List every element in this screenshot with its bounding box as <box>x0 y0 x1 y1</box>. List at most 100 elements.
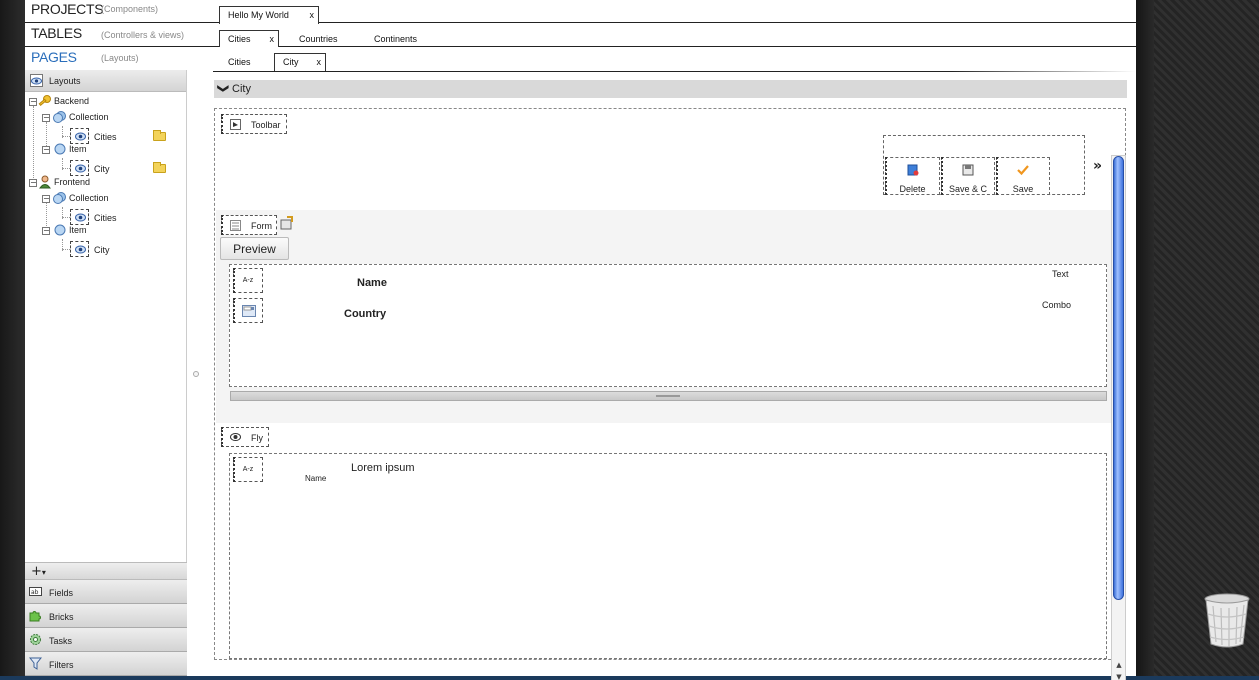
close-icon[interactable]: x <box>270 34 275 44</box>
resize-handle[interactable] <box>230 391 1107 401</box>
scroll-thumb[interactable] <box>1113 156 1124 600</box>
panel-tasks[interactable]: Tasks <box>25 628 187 652</box>
tab-label: Countries <box>299 34 338 44</box>
panel-label: Tasks <box>49 636 73 646</box>
text-field-type[interactable]: A-z <box>233 268 263 293</box>
more-icon[interactable]: » <box>1093 158 1102 174</box>
close-icon[interactable]: x <box>317 57 322 67</box>
tab-continents[interactable]: Continents <box>366 31 436 47</box>
divider <box>213 71 1136 72</box>
splitter-handle[interactable] <box>193 371 199 377</box>
user-icon <box>39 175 51 189</box>
svg-text:ab: ab <box>31 589 39 596</box>
tree-frontend[interactable]: Frontend <box>54 177 90 187</box>
tree-line <box>33 106 34 186</box>
save-button[interactable]: Save <box>996 157 1050 195</box>
field-kind-text: Text <box>1052 269 1069 279</box>
item-icon <box>54 143 66 155</box>
tree-frontend-cities[interactable]: Cities <box>94 213 117 223</box>
tables-sublabel: (Controllers & views) <box>101 30 185 40</box>
eye-icon <box>75 164 86 173</box>
tab-label: Cities <box>228 34 251 44</box>
collapse-toggle[interactable]: − <box>42 146 50 154</box>
toolbar-widget[interactable]: Toolbar <box>221 114 287 134</box>
scroll-up-icon[interactable]: ▲ <box>1113 661 1125 669</box>
key-icon <box>38 95 51 107</box>
fly-tag-label: Fly <box>251 433 263 443</box>
collapse-toggle[interactable]: − <box>42 114 50 122</box>
section-header[interactable]: ❯ City <box>214 80 1127 98</box>
fly-field-title[interactable]: Lorem ipsum <box>351 462 415 474</box>
projects-label[interactable]: PROJECTS <box>31 1 104 17</box>
tab-countries[interactable]: Countries <box>291 31 361 47</box>
close-icon[interactable]: x <box>310 10 315 20</box>
tree-frontend-collection[interactable]: Collection <box>69 193 109 203</box>
fly-widget[interactable]: Fly <box>221 427 269 447</box>
combo-icon <box>242 305 256 317</box>
grip-icon <box>656 395 680 397</box>
collection-icon <box>53 192 66 204</box>
button-label: Save & C <box>948 184 988 194</box>
tab-label: City <box>283 57 299 67</box>
collapse-toggle[interactable]: − <box>42 195 50 203</box>
form-widget[interactable]: Form <box>221 215 277 235</box>
tree-line <box>62 249 70 250</box>
folder-icon[interactable] <box>153 130 166 141</box>
add-button[interactable]: +▾ <box>31 564 46 579</box>
combo-field-type[interactable] <box>233 298 263 323</box>
layout-leaf[interactable] <box>70 241 89 257</box>
tables-row: TABLES (Controllers & views) Cities x Co… <box>25 24 1136 47</box>
tree-frontend-city[interactable]: City <box>94 245 110 255</box>
tables-label[interactable]: TABLES <box>31 25 82 41</box>
panel-label: Filters <box>49 660 74 670</box>
tree-backend-cities[interactable]: Cities <box>94 132 117 142</box>
tree-frontend-item[interactable]: Item <box>69 225 87 235</box>
item-icon <box>54 224 66 236</box>
form-settings-icon[interactable] <box>280 216 294 230</box>
tab-cities[interactable]: Cities x <box>219 30 279 47</box>
tree-backend[interactable]: Backend <box>54 96 89 106</box>
tree-line <box>62 136 70 137</box>
section-title: City <box>232 83 251 95</box>
panel-bricks[interactable]: Bricks <box>25 604 187 628</box>
projects-row: PROJECTS (Components) Hello My World x <box>25 0 1136 24</box>
tree-backend-item[interactable]: Item <box>69 144 87 154</box>
trash-icon[interactable] <box>1203 592 1251 650</box>
field-country-label[interactable]: Country <box>344 308 386 320</box>
save-and-close-button[interactable]: Save & C <box>941 157 995 195</box>
eye-icon <box>230 433 241 441</box>
preview-button[interactable]: Preview <box>220 237 289 260</box>
pages-label[interactable]: PAGES <box>31 49 77 65</box>
panel-filters[interactable]: Filters <box>25 652 187 676</box>
tab-page-cities[interactable]: Cities <box>220 54 270 70</box>
tree-backend-collection[interactable]: Collection <box>69 112 109 122</box>
button-label: Delete <box>899 184 926 194</box>
layout-leaf[interactable] <box>70 209 89 225</box>
collapse-toggle[interactable]: − <box>29 98 37 106</box>
gear-icon <box>30 634 41 645</box>
tree-backend-city[interactable]: City <box>94 164 110 174</box>
collapse-toggle[interactable]: − <box>42 227 50 235</box>
panel-fields[interactable]: ab Fields <box>25 580 187 604</box>
folder-icon[interactable] <box>153 162 166 173</box>
layout-leaf[interactable] <box>70 128 89 144</box>
field-name-label[interactable]: Name <box>357 277 387 289</box>
tab-label: Cities <box>228 57 251 67</box>
vertical-scrollbar[interactable]: ▲ ▼ <box>1111 155 1126 680</box>
tab-hello-my-world[interactable]: Hello My World x <box>219 6 319 24</box>
layout-leaf[interactable] <box>70 160 89 176</box>
eye-icon <box>30 74 43 87</box>
text-field-type[interactable]: A-z <box>233 457 263 482</box>
scroll-down-icon[interactable]: ▼ <box>1113 673 1125 680</box>
layouts-header[interactable]: Layouts <box>25 70 186 92</box>
tab-page-city[interactable]: City x <box>274 53 326 71</box>
toolbar-icon <box>230 119 241 130</box>
fly-fields-box: A-z Lorem ipsum Name <box>229 453 1107 659</box>
form-fields-box: A-z Name Text Country Combo <box>229 264 1107 387</box>
delete-button[interactable]: Delete <box>885 157 940 195</box>
add-bar: +▾ <box>25 562 187 580</box>
collapse-toggle[interactable]: − <box>29 179 37 187</box>
save-icon <box>962 164 974 176</box>
layout-editor: ❯ City Toolbar Delete Save & C Save » Fo… <box>213 71 1136 680</box>
form-icon <box>230 220 241 231</box>
